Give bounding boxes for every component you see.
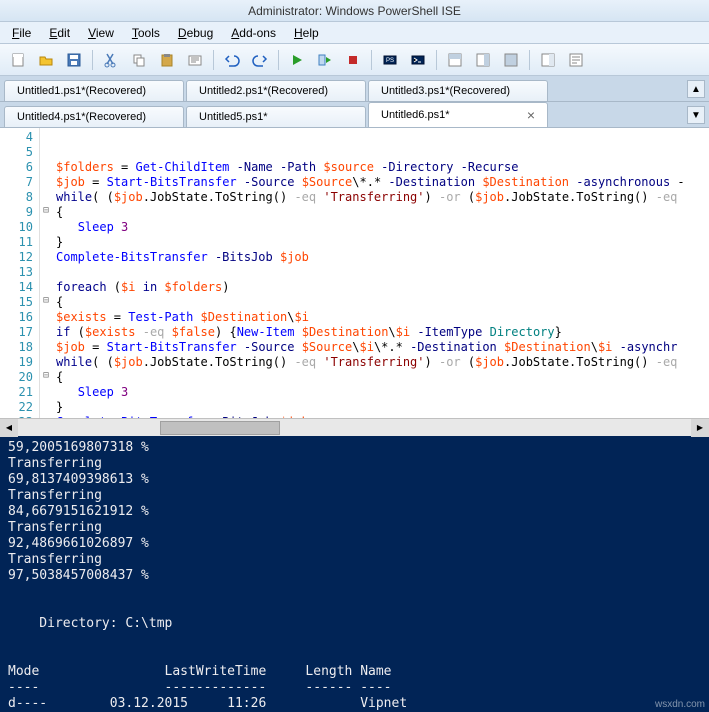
scrollbar-thumb[interactable] xyxy=(160,421,280,435)
horizontal-scrollbar[interactable]: ◀ ▶ xyxy=(0,418,709,436)
tab-label: Untitled5.ps1* xyxy=(199,111,268,123)
menu-debug[interactable]: Debug xyxy=(170,24,221,42)
undo-button[interactable] xyxy=(220,48,244,72)
redo-button[interactable] xyxy=(248,48,272,72)
tab-untitled1[interactable]: Untitled1.ps1*(Recovered) xyxy=(4,80,184,101)
tab-untitled2[interactable]: Untitled2.ps1*(Recovered) xyxy=(186,80,366,101)
tab-untitled3[interactable]: Untitled3.ps1*(Recovered) xyxy=(368,80,548,101)
run-script-button[interactable] xyxy=(285,48,309,72)
tab-untitled5[interactable]: Untitled5.ps1* xyxy=(186,106,366,127)
new-file-button[interactable] xyxy=(6,48,30,72)
tabs-row-2: Untitled4.ps1*(Recovered) Untitled5.ps1*… xyxy=(0,102,709,128)
copy-button[interactable] xyxy=(127,48,151,72)
tab-label: Untitled2.ps1*(Recovered) xyxy=(199,85,328,97)
menu-view[interactable]: View xyxy=(80,24,122,42)
new-remote-tab-button[interactable]: PS xyxy=(378,48,402,72)
menu-help[interactable]: Help xyxy=(286,24,327,42)
toolbar-separator xyxy=(92,50,93,70)
menu-tools[interactable]: Tools xyxy=(124,24,168,42)
line-number-gutter: 456789101112131415161718192021222324 xyxy=(0,128,40,418)
console-pane[interactable]: 59,2005169807318 % Transferring 69,81374… xyxy=(0,436,709,712)
menubar: File Edit View Tools Debug Add-ons Help xyxy=(0,22,709,44)
tab-label: Untitled4.ps1*(Recovered) xyxy=(17,111,146,123)
tab-label: Untitled3.ps1*(Recovered) xyxy=(381,85,510,97)
toolbar-separator xyxy=(213,50,214,70)
scroll-left-arrow-icon[interactable]: ◀ xyxy=(0,419,18,437)
tabs-row-1: Untitled1.ps1*(Recovered) Untitled2.ps1*… xyxy=(0,76,709,102)
toolbar: PS xyxy=(0,44,709,76)
menu-addons[interactable]: Add-ons xyxy=(223,24,284,42)
show-command-button[interactable] xyxy=(564,48,588,72)
paste-button[interactable] xyxy=(155,48,179,72)
tab-scroll-up-icon[interactable]: ▲ xyxy=(687,80,705,98)
menu-file[interactable]: File xyxy=(4,24,39,42)
run-selection-button[interactable] xyxy=(313,48,337,72)
tab-label: Untitled6.ps1* xyxy=(381,109,450,121)
window-title: Administrator: Windows PowerShell ISE xyxy=(248,4,461,18)
close-icon[interactable]: × xyxy=(527,107,535,123)
cut-button[interactable] xyxy=(99,48,123,72)
layout-editor-right-button[interactable] xyxy=(471,48,495,72)
save-button[interactable] xyxy=(62,48,86,72)
tab-scroll-down-icon[interactable]: ▼ xyxy=(687,106,705,124)
fold-column[interactable]: ⊟⊟⊟ xyxy=(40,128,52,418)
tab-untitled6[interactable]: Untitled6.ps1* × xyxy=(368,102,548,127)
toolbar-separator xyxy=(436,50,437,70)
toolbar-separator xyxy=(278,50,279,70)
svg-text:PS: PS xyxy=(386,58,394,64)
layout-editor-top-button[interactable] xyxy=(443,48,467,72)
toolbar-separator xyxy=(529,50,530,70)
code-area[interactable]: $folders = Get-ChildItem -Name -Path $so… xyxy=(52,128,709,418)
toolbar-separator xyxy=(371,50,372,70)
script-editor[interactable]: 456789101112131415161718192021222324 ⊟⊟⊟… xyxy=(0,128,709,418)
scroll-right-arrow-icon[interactable]: ▶ xyxy=(691,419,709,437)
clear-output-button[interactable] xyxy=(183,48,207,72)
show-command-addon-button[interactable] xyxy=(536,48,560,72)
start-powershell-button[interactable] xyxy=(406,48,430,72)
tab-label: Untitled1.ps1*(Recovered) xyxy=(17,85,146,97)
window-titlebar: Administrator: Windows PowerShell ISE xyxy=(0,0,709,22)
tab-untitled4[interactable]: Untitled4.ps1*(Recovered) xyxy=(4,106,184,127)
menu-edit[interactable]: Edit xyxy=(41,24,78,42)
watermark: wsxdn.com xyxy=(655,699,705,710)
layout-editor-max-button[interactable] xyxy=(499,48,523,72)
stop-button[interactable] xyxy=(341,48,365,72)
open-file-button[interactable] xyxy=(34,48,58,72)
